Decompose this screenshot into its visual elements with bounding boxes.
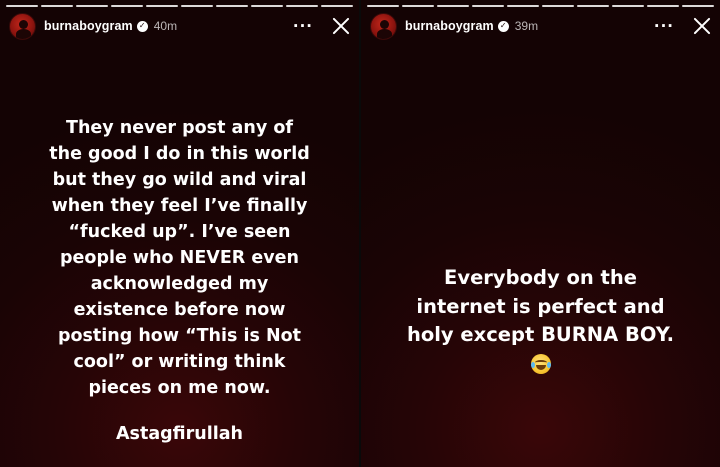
story-signoff: Astagfirullah [116, 424, 243, 444]
close-icon[interactable] [331, 16, 351, 36]
avatar[interactable] [9, 12, 36, 40]
progress-segment [612, 5, 644, 7]
post-time: 39m [514, 19, 539, 33]
story-text-line: Everybody on the [444, 266, 637, 289]
progress-segment [111, 5, 143, 7]
progress-segment [76, 5, 108, 7]
story-text-line: cool” or writing think [73, 352, 286, 372]
username[interactable]: burnaboygram [44, 19, 133, 33]
progress-segment [682, 5, 714, 7]
progress-segment [577, 5, 609, 7]
progress-segment [472, 5, 504, 7]
avatar[interactable] [370, 12, 397, 40]
story-panel-left[interactable]: burnaboygram ✓ 40m ··· They never post a… [0, 0, 359, 467]
progress-segment [181, 5, 213, 7]
progress-segment [6, 5, 38, 7]
post-time: 40m [153, 19, 178, 33]
progress-segment [286, 5, 318, 7]
story-progress-bar [6, 5, 353, 7]
progress-segment [367, 5, 399, 7]
more-options-icon[interactable]: ··· [293, 18, 313, 34]
verified-badge-icon: ✓ [497, 20, 509, 32]
progress-segment [402, 5, 434, 7]
progress-segment [146, 5, 178, 7]
story-text: They never post any of the good I do in … [0, 115, 359, 447]
progress-segment [437, 5, 469, 7]
progress-segment [216, 5, 248, 7]
story-panel-right[interactable]: burnaboygram ✓ 39m ··· Everybody on the … [361, 0, 720, 467]
more-options-icon[interactable]: ··· [654, 18, 674, 34]
story-text-line: existence before now [73, 300, 286, 320]
story-text-line: posting how “This is Not [57, 326, 302, 346]
progress-segment [507, 5, 539, 7]
progress-segment [647, 5, 679, 7]
tears-of-joy-emoji-icon [530, 353, 551, 374]
story-text-line: “fucked up”. I’ve seen [68, 222, 291, 242]
story-text-line: people who NEVER even [60, 248, 299, 268]
story-text-line: when they feel I’ve finally [51, 196, 308, 216]
story-text: Everybody on the internet is perfect and… [361, 264, 720, 382]
progress-segment [251, 5, 283, 7]
story-text-line: the good I do in this world [49, 144, 310, 164]
progress-segment [542, 5, 574, 7]
username[interactable]: burnaboygram [405, 19, 494, 33]
story-text-line: pieces on me now. [88, 378, 271, 398]
story-progress-bar [367, 5, 714, 7]
progress-segment [41, 5, 73, 7]
verified-badge-icon: ✓ [136, 20, 148, 32]
story-header: burnaboygram ✓ 39m ··· [370, 12, 712, 40]
story-header: burnaboygram ✓ 40m ··· [9, 12, 351, 40]
story-text-line: internet is perfect and [416, 294, 665, 318]
progress-segment [321, 5, 353, 7]
story-text-line: acknowledged my [90, 274, 269, 294]
close-icon[interactable] [692, 16, 712, 36]
story-text-line: holy except BURNA BOY. [406, 323, 675, 346]
story-text-line: but they go wild and viral [52, 170, 307, 190]
story-text-line: They never post any of [66, 118, 293, 138]
